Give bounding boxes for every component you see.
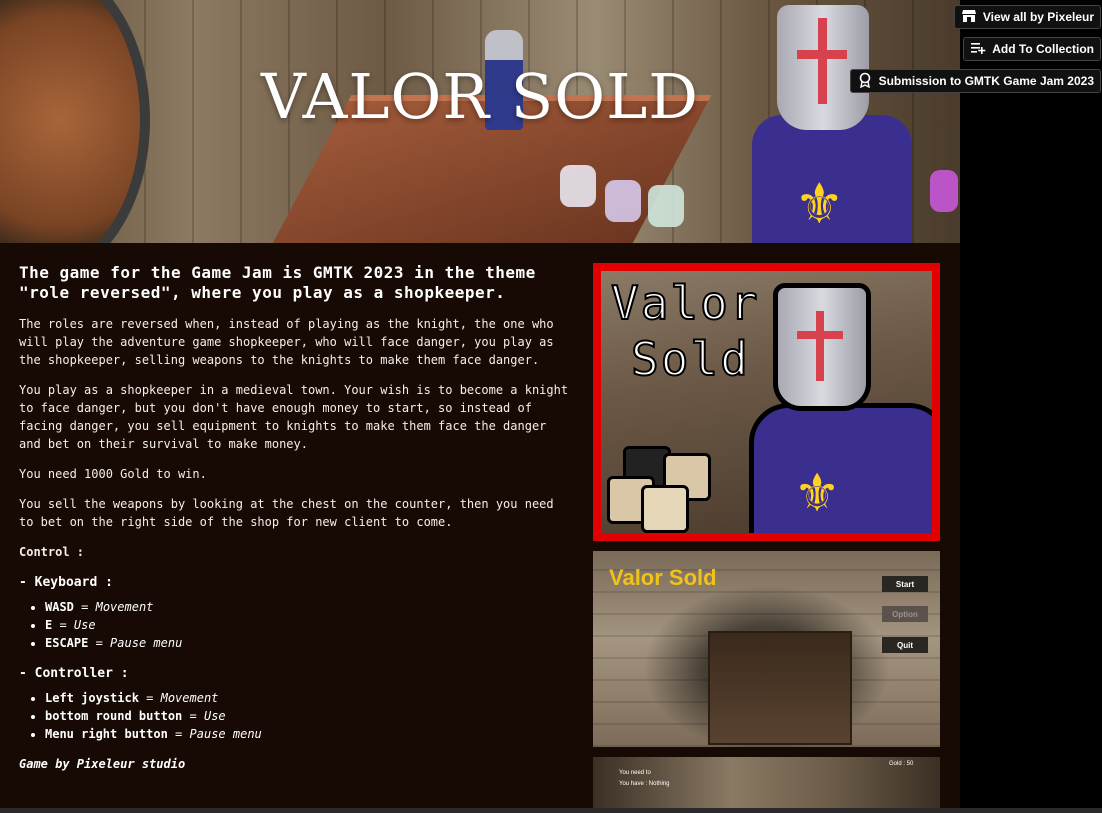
screenshot-cover[interactable]: ⚜ Valor Sold [593,263,940,541]
knight-body [749,403,932,533]
list-item: ESCAPE = Pause menu [45,634,571,652]
list-item: Left joystick = Movement [45,689,571,707]
cover-title-line: Valor [610,275,760,331]
potion-bottle [560,165,596,207]
add-to-collection-button[interactable]: Add To Collection [963,37,1101,61]
control-separator: = [182,709,204,723]
control-key: bottom round button [45,709,183,723]
game-title: VALOR SOLD [261,59,699,133]
control-separator: = [52,618,74,632]
award-ribbon-icon [857,72,873,91]
control-separator: = [73,600,96,614]
description-headline: The game for the Game Jam is GMTK 2023 i… [19,263,536,302]
list-item: WASD = Movement [45,598,571,616]
potion-bottle [930,170,958,212]
game-description-panel: The game for the Game Jam is GMTK 2023 i… [0,243,960,813]
menu-game-title: Valor Sold [609,565,717,590]
description-text: The game for the Game Jam is GMTK 2023 i… [19,263,571,771]
control-key: Left joystick [45,691,139,705]
helmet-cross [818,18,827,104]
paragraph: You need 1000 Gold to win. [19,467,207,481]
helmet-cross [816,311,824,381]
view-all-label: View all by Pixeleur [982,10,1094,24]
add-to-collection-label: Add To Collection [992,42,1094,56]
view-all-button[interactable]: View all by Pixeleur [953,5,1101,29]
menu-quit-button: Quit [882,637,928,653]
hud-need-text: You need to [619,770,651,776]
control-action: Movement [95,600,154,614]
list-item: Menu right button = Pause menu [45,725,571,743]
fleur-de-lis-icon: ⚜ [799,456,836,526]
list-item: E = Use [45,616,571,634]
studio-credit: Game by Pixeleur studio [19,757,186,771]
controller-controls-list: Left joystick = Movement bottom round bu… [19,689,571,743]
control-key: ESCAPE [45,636,89,650]
shield-decoration [0,0,150,243]
hud-have-text: You have : Nothing [619,781,670,787]
paragraph: The roles are reversed when, instead of … [19,317,554,367]
cover-title-line: Sold [630,331,750,387]
control-key: WASD [45,600,74,614]
paragraph: You sell the weapons by looking at the c… [19,497,554,529]
helmet-cross [797,50,847,59]
screenshot-main-menu[interactable]: Valor Sold Start Option Quit [593,551,940,747]
menu-start-button: Start [882,576,928,592]
cover-title: Valor Sold [610,275,760,387]
potion-bottle [648,185,684,227]
keyboard-heading: - Keyboard : [19,575,113,590]
fleur-de-lis-icon: ⚜ [800,165,839,239]
room-doorway [708,631,852,745]
control-action: Use [203,709,226,723]
controller-heading: - Controller : [19,666,129,681]
menu-option-button: Option [882,606,928,622]
gold-counter: Gold : 50 [889,761,914,767]
header-banner: ⚜ VALOR SOLD [0,0,960,243]
jam-submission-link[interactable]: Submission to GMTK Game Jam 2023 [849,69,1101,93]
jam-submission-label: Submission to GMTK Game Jam 2023 [878,74,1094,88]
control-action: Pause menu [110,636,183,650]
control-action: Use [73,618,96,632]
control-separator: = [88,636,111,650]
control-label: Control : [19,545,85,559]
control-separator: = [167,727,190,741]
playlist-add-icon [970,40,986,59]
control-action: Movement [160,691,219,705]
control-action: Pause menu [189,727,262,741]
screenshot-ingame[interactable]: Gold : 50 You need to You have : Nothing [593,757,940,813]
itch-store-icon [961,8,977,27]
potion-bottle [605,180,641,222]
control-key: Menu right button [45,727,168,741]
bottom-scroll-edge [0,808,1102,813]
keyboard-controls-list: WASD = Movement E = Use ESCAPE = Pause m… [19,598,571,652]
helmet-cross [797,331,843,339]
list-item: bottom round button = Use [45,707,571,725]
paragraph: You play as a shopkeeper in a medieval t… [19,383,569,451]
dice-icon [641,485,689,533]
cover-art: ⚜ Valor Sold [601,271,932,533]
control-separator: = [138,691,161,705]
